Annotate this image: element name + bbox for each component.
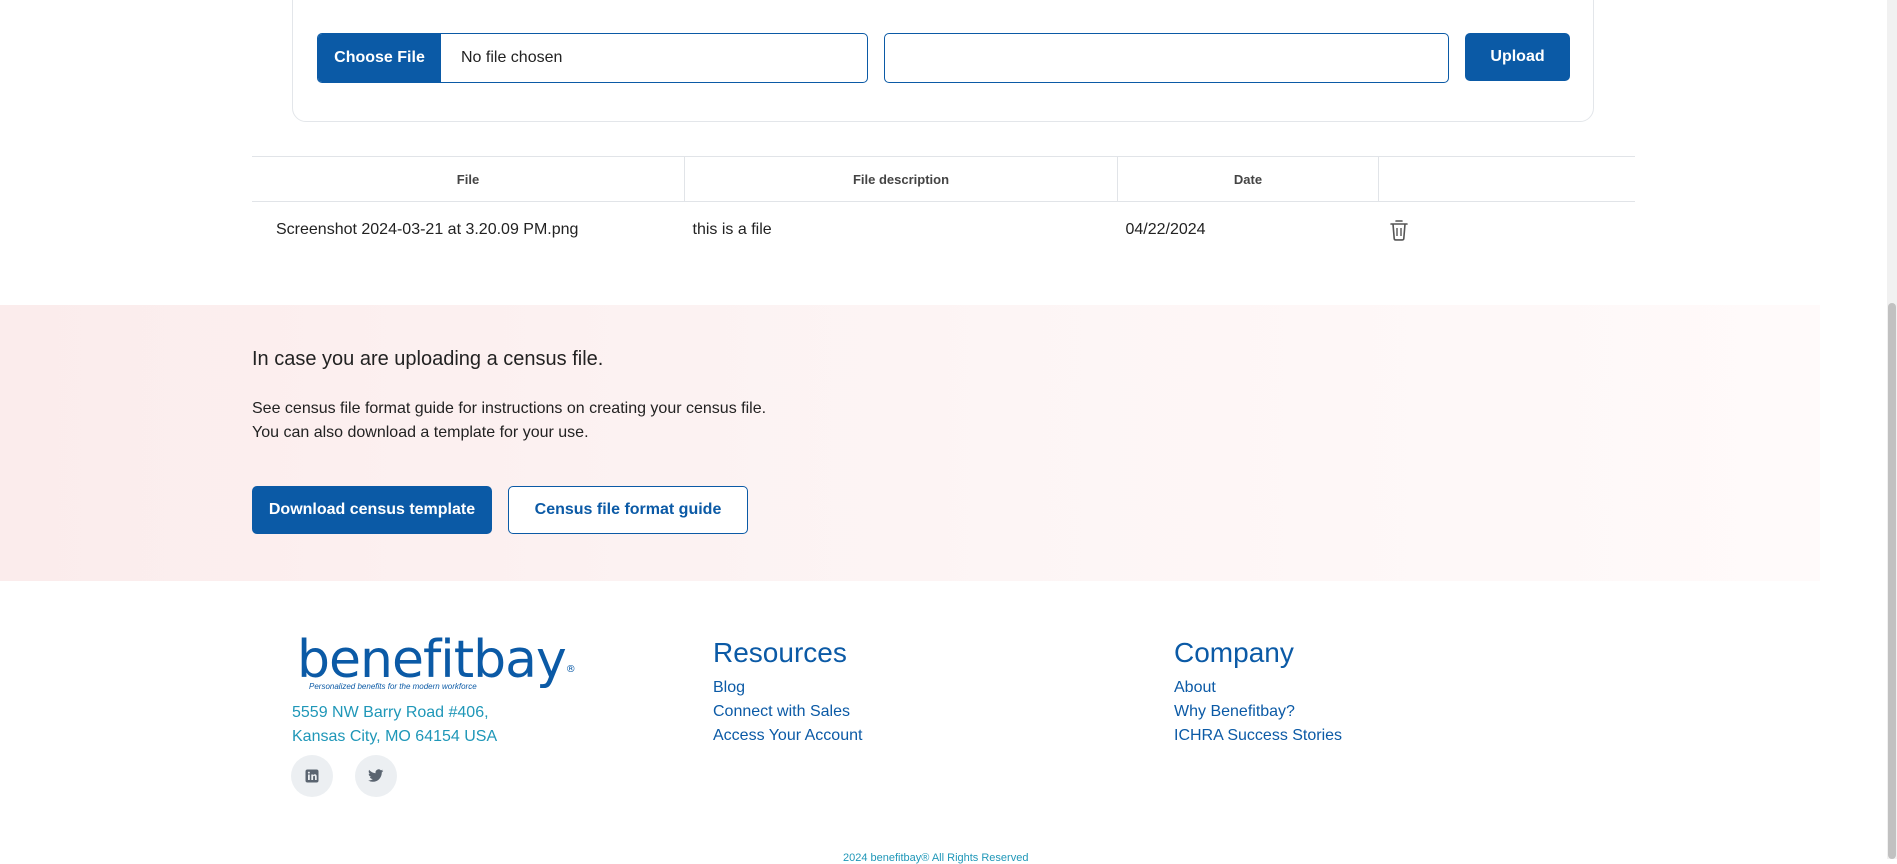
footer-link-ichra-success-stories[interactable]: ICHRA Success Stories xyxy=(1174,724,1342,748)
table-row: Screenshot 2024-03-21 at 3.20.09 PM.png … xyxy=(252,202,1635,259)
census-instructions: See census file format guide for instruc… xyxy=(252,400,767,417)
footer-link-why-benefitbay[interactable]: Why Benefitbay? xyxy=(1174,700,1342,724)
choose-file-button[interactable]: Choose File xyxy=(318,34,441,82)
file-name-cell: Screenshot 2024-03-21 at 3.20.09 PM.png xyxy=(276,221,579,238)
linkedin-icon xyxy=(305,769,319,783)
column-header-description: File description xyxy=(684,156,1118,202)
census-template-note: You can also download a template for you… xyxy=(252,424,589,441)
trash-icon[interactable] xyxy=(1389,219,1409,241)
address-line-2: Kansas City, MO 64154 USA xyxy=(292,728,498,745)
scrollbar-thumb[interactable] xyxy=(1888,303,1896,859)
footer-address: 5559 NW Barry Road #406, Kansas City, MO… xyxy=(292,701,497,749)
column-header-date: Date xyxy=(1117,156,1379,202)
footer-link-connect-with-sales[interactable]: Connect with Sales xyxy=(713,700,862,724)
footer-company: Company About Why Benefitbay? ICHRA Succ… xyxy=(1174,636,1342,748)
files-table: File File description Date Screenshot 20… xyxy=(252,156,1635,258)
footer-link-blog[interactable]: Blog xyxy=(713,676,862,700)
copyright-text: 2024 benefitbay® All Rights Reserved xyxy=(843,852,1029,864)
logo-registered-mark: ® xyxy=(565,664,576,675)
actions-cell xyxy=(1379,202,1636,259)
file-description-cell: this is a file xyxy=(692,221,772,238)
footer-link-access-account[interactable]: Access Your Account xyxy=(713,724,862,748)
column-header-file: File xyxy=(252,156,685,202)
scrollbar-track[interactable] xyxy=(1887,0,1897,859)
resources-heading: Resources xyxy=(713,637,847,668)
twitter-icon xyxy=(368,769,384,782)
download-census-template-button[interactable]: Download census template xyxy=(252,486,492,534)
file-input[interactable]: Choose File No file chosen xyxy=(317,33,868,83)
census-title: In case you are uploading a census file. xyxy=(252,348,604,370)
census-section: In case you are uploading a census file.… xyxy=(0,305,1820,581)
column-header-actions xyxy=(1378,156,1635,202)
file-status-text: No file chosen xyxy=(461,49,563,66)
file-date-cell: 04/22/2024 xyxy=(1125,221,1206,238)
file-description-input[interactable] xyxy=(884,33,1449,83)
twitter-link[interactable] xyxy=(355,755,397,797)
linkedin-link[interactable] xyxy=(291,755,333,797)
footer-link-about[interactable]: About xyxy=(1174,676,1342,700)
table-header-row: File File description Date xyxy=(252,156,1635,202)
upload-button[interactable]: Upload xyxy=(1465,33,1570,81)
footer-resources: Resources Blog Connect with Sales Access… xyxy=(713,636,862,748)
benefitbay-logo[interactable]: benefitbay® Personalized benefits for th… xyxy=(297,630,576,691)
logo-text: benefitbay xyxy=(297,630,567,690)
address-line-1: 5559 NW Barry Road #406, xyxy=(292,704,489,721)
logo-tagline: Personalized benefits for the modern wor… xyxy=(309,682,477,691)
company-heading: Company xyxy=(1174,637,1294,668)
census-format-guide-button[interactable]: Census file format guide xyxy=(508,486,748,534)
